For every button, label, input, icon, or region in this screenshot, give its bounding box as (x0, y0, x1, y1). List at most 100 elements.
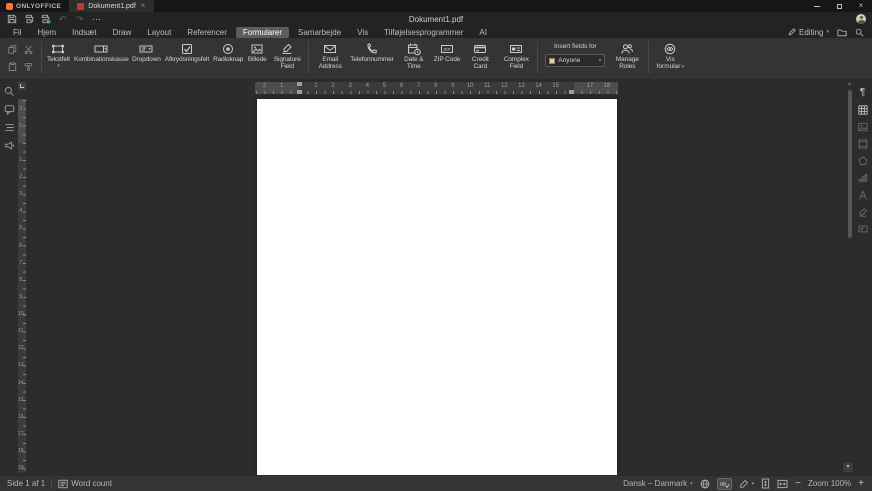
find-search-button[interactable] (3, 85, 15, 97)
vertical-scrollbar[interactable]: ▴ (846, 79, 853, 465)
phone-number-button[interactable]: Telefonnummer (348, 40, 396, 63)
app-logo[interactable]: ONLYOFFICE (0, 0, 69, 12)
scroll-up-icon[interactable]: ▴ (846, 81, 853, 88)
image-field-button[interactable]: Billede (245, 40, 269, 63)
tab-draw[interactable]: Draw (106, 27, 139, 38)
checkbox-field-label: Afkrydsningsfelt (165, 56, 209, 63)
ruler-number: 9 (444, 82, 461, 91)
header-footer-settings-button[interactable] (857, 138, 869, 150)
header-footer-icon (858, 139, 868, 149)
left-indent-marker[interactable] (297, 90, 302, 94)
editing-mode-dropdown[interactable]: Editing ▾ (788, 28, 829, 37)
first-line-indent-marker[interactable] (297, 82, 302, 86)
quick-print-button[interactable] (38, 13, 53, 25)
dropdown-field-button[interactable]: Dropdown (130, 40, 163, 63)
set-document-language-button[interactable] (700, 479, 710, 489)
copy-style-button[interactable] (20, 58, 36, 75)
feedback-support-button[interactable] (3, 139, 15, 151)
undo-button[interactable]: ↶ (55, 13, 70, 25)
fit-width-button[interactable] (777, 479, 788, 489)
tab-hjem[interactable]: Hjem (30, 27, 63, 38)
text-art-settings-button[interactable] (857, 189, 869, 201)
radio-button-field-label: Radioknap (213, 56, 243, 63)
document-page[interactable] (257, 99, 617, 475)
role-selected-value: Anyone (558, 57, 595, 64)
user-avatar[interactable] (856, 14, 866, 24)
minimize-button[interactable] (806, 0, 828, 12)
document-tab-label: Dokument1.pdf (88, 3, 135, 10)
cut-button[interactable] (20, 41, 36, 58)
search-icon (855, 28, 864, 37)
open-file-location-button[interactable] (837, 28, 847, 37)
copy-button[interactable] (4, 41, 20, 58)
fit-page-button[interactable] (761, 478, 770, 489)
search-button[interactable] (855, 28, 864, 37)
document-tab[interactable]: Dokument1.pdf × (69, 0, 154, 12)
right-indent-marker[interactable] (569, 90, 574, 94)
customize-quick-access-button[interactable]: ⋯ (89, 13, 104, 25)
spell-check-toggle[interactable]: ab (717, 478, 732, 490)
redo-button[interactable]: ↷ (72, 13, 87, 25)
date-time-button[interactable]: Date & Time (396, 40, 432, 71)
tab-formularer[interactable]: Formularer (236, 27, 289, 38)
zoom-level[interactable]: Zoom 100% (808, 479, 851, 488)
ruler-number: 15 (18, 391, 24, 408)
maximize-button[interactable] (828, 0, 850, 12)
table-settings-button[interactable] (857, 104, 869, 116)
tab-fil[interactable]: Fil (6, 27, 28, 38)
text-field-button[interactable]: Tekstfelt ▾ (45, 40, 72, 69)
checkbox-icon (180, 41, 194, 56)
chevron-down-icon: ▾ (752, 481, 755, 487)
view-form-label: Vis formular (657, 56, 681, 70)
tab-referencer[interactable]: Referencer (180, 27, 234, 38)
word-count-toggle[interactable]: Word count (58, 479, 112, 489)
ruler-number: 17 (581, 82, 598, 91)
tab-layout[interactable]: Layout (140, 27, 178, 38)
print-button[interactable] (21, 13, 36, 25)
form-settings-icon (858, 224, 868, 234)
manage-roles-button[interactable]: Manage Roles (609, 40, 645, 71)
signature-settings-button[interactable] (857, 206, 869, 218)
comments-button[interactable] (3, 103, 15, 115)
chart-icon (858, 173, 868, 183)
navigation-headings-button[interactable] (3, 121, 15, 133)
page-indicator[interactable]: Side 1 af 1 (7, 479, 45, 488)
chevron-down-icon: ▾ (57, 64, 60, 69)
tab-close-icon[interactable]: × (140, 2, 147, 10)
combo-box-button[interactable]: Kombinationskasse (72, 40, 130, 63)
tab-tilfoejelsesprogrammer[interactable]: Tilføjelsesprogrammer (377, 27, 470, 38)
table-icon (858, 105, 868, 115)
document-title: Dokument1.pdf (0, 15, 872, 24)
form-settings-button[interactable] (857, 223, 869, 235)
scroll-down-button[interactable]: ▾ (843, 463, 853, 472)
close-button[interactable]: × (850, 0, 872, 12)
role-select-dropdown[interactable]: Anyone ▾ (545, 54, 605, 67)
editing-mode-label: Editing (799, 28, 823, 37)
view-form-button[interactable]: Vis formular▾ (652, 40, 688, 71)
paste-button[interactable] (4, 58, 20, 75)
chart-settings-button[interactable] (857, 172, 869, 184)
track-changes-dropdown[interactable]: ▾ (739, 479, 755, 489)
zoom-in-button[interactable]: + (858, 478, 864, 489)
scrollbar-thumb[interactable] (848, 90, 852, 238)
tab-stop-selector[interactable] (18, 82, 26, 90)
credit-card-button[interactable]: Credit Card (462, 40, 498, 71)
tab-samarbejde[interactable]: Samarbejde (291, 27, 348, 38)
zoom-out-button[interactable]: − (795, 478, 801, 489)
ruler-number: 14 (18, 374, 24, 391)
complex-field-button[interactable]: Complex Field (498, 40, 534, 71)
tab-vis[interactable]: Vis (350, 27, 375, 38)
signature-field-button[interactable]: Signature Field (269, 40, 305, 71)
shape-settings-button[interactable] (857, 155, 869, 167)
image-settings-button[interactable] (857, 121, 869, 133)
tab-indsaet[interactable]: Indsæt (65, 27, 103, 38)
save-button[interactable] (4, 13, 19, 25)
email-address-button[interactable]: Email Address (312, 40, 348, 71)
checkbox-field-button[interactable]: Afkrydsningsfelt (163, 40, 211, 63)
radio-button-field-button[interactable]: Radioknap (211, 40, 245, 63)
zip-code-button[interactable]: ZIP ZIP Code (432, 40, 463, 63)
paragraph-settings-button[interactable]: ¶ (857, 87, 869, 99)
tab-ai[interactable]: AI (472, 27, 494, 38)
language-selector[interactable]: Dansk – Danmark ▾ (623, 479, 693, 488)
ruler-number: 11 (18, 323, 24, 340)
